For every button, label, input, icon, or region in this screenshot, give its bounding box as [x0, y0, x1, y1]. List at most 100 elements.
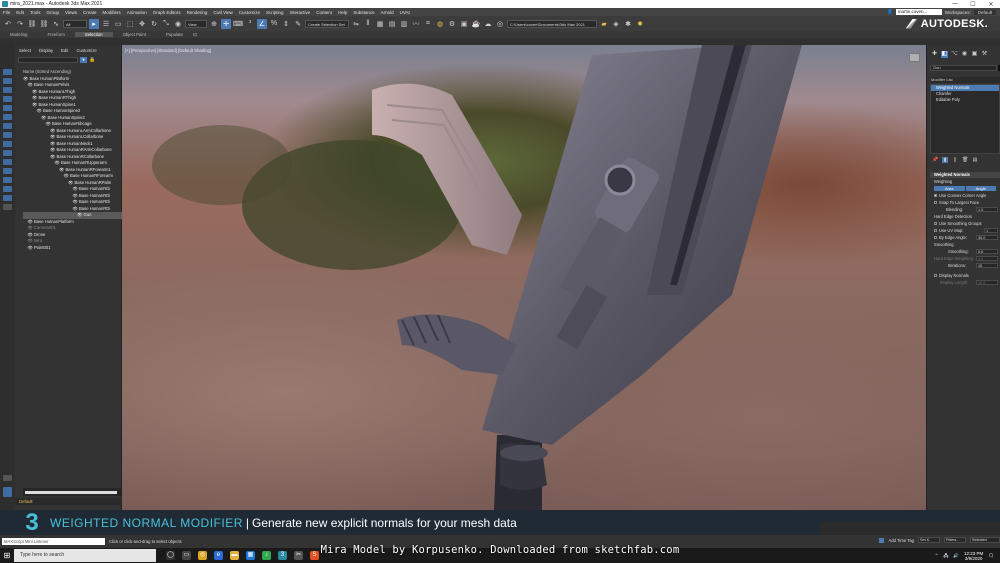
display-cameras-icon[interactable]: [3, 105, 12, 111]
explorer-search-input[interactable]: [18, 56, 78, 63]
display-length-spinner[interactable]: 10.0: [976, 280, 998, 285]
menu-civil-view[interactable]: Civil View: [210, 10, 235, 15]
display-containers-icon[interactable]: [3, 159, 12, 165]
tab-selection[interactable]: Selection: [74, 32, 113, 37]
select-object-icon[interactable]: ▸: [89, 18, 99, 29]
display-frozen-icon[interactable]: [3, 168, 12, 174]
keyboard-shortcut-override-icon[interactable]: ⌨: [233, 19, 243, 29]
menu-tools[interactable]: Tools: [27, 10, 44, 15]
viewcube-icon[interactable]: [909, 53, 920, 62]
tab-object-paint[interactable]: Object Paint: [113, 32, 156, 37]
toggle-layer-explorer-icon[interactable]: ▤: [387, 19, 397, 29]
filter-icon[interactable]: ▼: [80, 56, 87, 63]
hierarchy-tab-icon[interactable]: ⌥: [951, 51, 958, 58]
snaps-toggle-icon[interactable]: ³: [245, 19, 255, 29]
material-editor-icon[interactable]: ◍: [435, 19, 445, 29]
spinner-snap-icon[interactable]: ⇕: [281, 19, 291, 29]
display-hidden-icon[interactable]: [3, 177, 12, 183]
bind-space-warp-icon[interactable]: ∿: [51, 19, 61, 29]
select-by-name-icon[interactable]: ☰: [101, 19, 111, 29]
selected-dropdown[interactable]: Selected: [970, 537, 1000, 543]
explorer-edit-menu[interactable]: Edit: [57, 48, 72, 53]
select-move-icon[interactable]: ✥: [137, 19, 147, 29]
modifier-list-dropdown[interactable]: Modifier List: [930, 77, 1000, 83]
use-uv-map-checkbox[interactable]: Use UV Map: 1: [930, 227, 1000, 234]
render-setup-icon[interactable]: ⚙: [447, 19, 457, 29]
menu-modifiers[interactable]: Modifiers: [100, 10, 124, 15]
key-filters-button[interactable]: Filters...: [944, 537, 966, 543]
arnold-icon[interactable]: ✱: [623, 19, 633, 29]
edge-angle-spinner[interactable]: 30.0: [976, 235, 998, 240]
layer-explorer-icon[interactable]: [3, 487, 12, 497]
layer-dropdown[interactable]: Default: [15, 498, 122, 505]
curve-editor-icon[interactable]: 〰: [411, 19, 421, 29]
uv-map-spinner[interactable]: 1: [984, 228, 998, 233]
menu-content[interactable]: Content: [313, 10, 335, 15]
close-button[interactable]: ✕: [982, 1, 1000, 8]
display-shapes-icon[interactable]: [3, 87, 12, 93]
perspective-viewport[interactable]: [+] [Perspective] [Standard] [Default Sh…: [122, 45, 926, 510]
select-manipulate-icon[interactable]: ✛: [221, 18, 231, 29]
hard-edge-weighting-spinner[interactable]: 0.0: [976, 256, 998, 261]
display-tab-icon[interactable]: ▣: [971, 51, 978, 58]
display-bones-icon[interactable]: [3, 150, 12, 156]
explorer-customize-menu[interactable]: Customize: [72, 48, 100, 53]
window-crossing-icon[interactable]: ⬚: [125, 19, 135, 29]
workspaces-dropdown[interactable]: Default: [973, 9, 996, 15]
explorer-scrollbar[interactable]: [25, 491, 117, 494]
menu-edit[interactable]: Edit: [13, 10, 27, 15]
motion-tab-icon[interactable]: ◉: [961, 51, 968, 58]
display-xrefs-icon[interactable]: [3, 141, 12, 147]
blending-spinner[interactable]: 1.0: [976, 207, 998, 212]
select-scale-icon[interactable]: ⤡: [161, 19, 171, 29]
viewport-label-menu[interactable]: [+] [Perspective] [Standard] [Default Sh…: [125, 48, 211, 53]
display-normals-checkbox[interactable]: Display Normals: [930, 272, 1000, 279]
angle-snap-icon[interactable]: ∠: [257, 18, 267, 29]
rectangular-selection-icon[interactable]: ▭: [113, 19, 123, 29]
menu-substance[interactable]: Substance: [350, 10, 377, 15]
by-edge-angle-checkbox[interactable]: By Edge Angle: 30.0: [930, 234, 1000, 241]
menu-create[interactable]: Create: [80, 10, 100, 15]
menu-animation[interactable]: Animation: [124, 10, 150, 15]
edit-named-selection-icon[interactable]: ✎: [293, 19, 303, 29]
named-selection-sets-dropdown[interactable]: Create Selection Set: [305, 19, 349, 28]
menu-arnold[interactable]: Arnold: [378, 10, 397, 15]
render-cloud-icon[interactable]: ☁: [483, 19, 493, 29]
time-tag-icon[interactable]: [879, 537, 885, 543]
selection-filter-dropdown[interactable]: All: [63, 19, 87, 28]
explorer-display-menu[interactable]: Display: [35, 48, 57, 53]
display-lights-icon[interactable]: [3, 96, 12, 102]
set-key-button[interactable]: Set K.: [918, 537, 940, 543]
snap-largest-face-checkbox[interactable]: Snap To Largest Face: [930, 199, 1000, 206]
mirror-icon[interactable]: ⇋: [351, 19, 361, 29]
menu-help[interactable]: Help: [335, 10, 350, 15]
display-helpers-icon[interactable]: [3, 114, 12, 120]
rendered-frame-window-icon[interactable]: ▣: [459, 19, 469, 29]
menu-uvat[interactable]: UVAt: [397, 10, 413, 15]
modify-tab-icon[interactable]: ◧: [941, 51, 948, 58]
pin-stack-icon[interactable]: 📌: [932, 157, 938, 163]
configure-modifier-sets-icon[interactable]: ▤: [972, 157, 978, 163]
tab-freeform[interactable]: Freeform: [37, 32, 74, 37]
invert-display-icon[interactable]: [3, 204, 12, 210]
render-production-icon[interactable]: ☕: [471, 19, 481, 29]
pivot-icon[interactable]: ⊕: [209, 19, 219, 29]
ribbon-options-icon[interactable]: ⊡: [193, 32, 197, 38]
link-icon[interactable]: ⛓: [27, 19, 37, 29]
reference-coordinate-dropdown[interactable]: View: [185, 19, 207, 28]
add-time-tag-button[interactable]: Add Time Tag: [888, 538, 914, 543]
menu-rendering[interactable]: Rendering: [184, 10, 211, 15]
menu-scripting[interactable]: Scripting: [263, 10, 287, 15]
object-name-field[interactable]: Gun: [930, 65, 997, 71]
scene-icon[interactable]: ◈: [611, 19, 621, 29]
display-all-icon[interactable]: [3, 186, 12, 192]
menu-group[interactable]: Group: [44, 10, 63, 15]
angle-button[interactable]: Angle: [965, 186, 996, 191]
iterations-spinner[interactable]: 10: [976, 263, 998, 268]
select-rotate-icon[interactable]: ↻: [149, 19, 159, 29]
display-groups-icon[interactable]: [3, 132, 12, 138]
utilities-tab-icon[interactable]: ⚒: [981, 51, 988, 58]
make-unique-icon[interactable]: ∥: [952, 157, 958, 163]
tree-row[interactable]: 👁 Point001: [23, 245, 122, 252]
tab-populate[interactable]: Populate: [156, 32, 193, 37]
